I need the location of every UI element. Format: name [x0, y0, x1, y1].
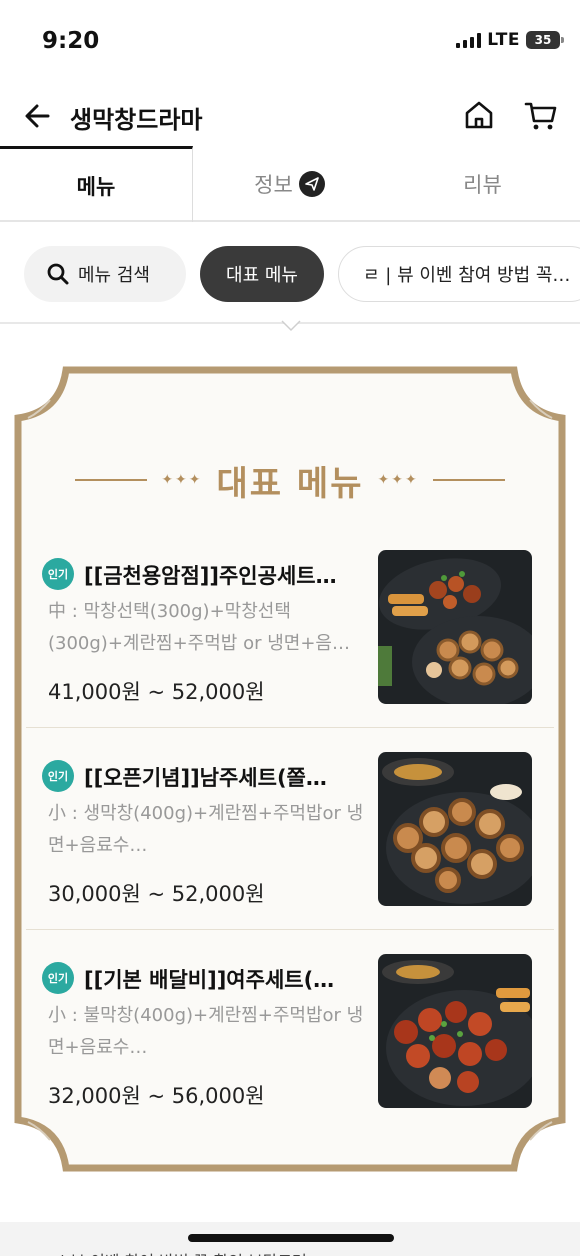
menu-item-name: [[금천용암점]]주인공세트… [84, 564, 337, 588]
bottom-peek-text: ㄹ | 뷰 이벤 참여 방법 꼭 확인 부탁드려 [40, 1248, 307, 1256]
menu-item-description: 小 : 불막창(400g)+계란찜+주먹밥or 냉면+음료수… [48, 1005, 364, 1058]
signal-icon [456, 32, 482, 48]
send-icon [298, 171, 325, 197]
menu-item-name: [[기본 배달비]]여주세트(… [84, 968, 335, 992]
popular-badge: 인기 [42, 760, 74, 792]
back-button[interactable] [20, 98, 56, 134]
menu-item[interactable]: 인기 [[오픈기념]]남주세트(쫄… 小 : 생막창(400g)+계란찜+주먹밥… [26, 752, 554, 930]
menu-item[interactable]: 인기 [[금천용암점]]주인공세트… 中 : 막창선택(300g)+막창선택(3… [26, 550, 554, 728]
title-ornament-icon: ✦✦✦ [377, 472, 419, 488]
representative-menu-chip[interactable]: 대표 메뉴 [200, 246, 324, 302]
home-button[interactable] [460, 96, 498, 134]
network-label: LTE [487, 30, 520, 50]
title-ornament-line [432, 479, 505, 481]
status-time: 9:20 [42, 28, 100, 54]
menu-item-price: 41,000원 ~ 52,000원 [48, 680, 265, 704]
home-icon [465, 101, 493, 129]
menu-item-photo[interactable] [378, 550, 532, 704]
event-chip-label: ㄹ | 뷰 이벤 참여 방법 꼭… [363, 265, 571, 286]
cart-button[interactable] [522, 96, 560, 134]
title-ornament-icon: ✦✦✦ [161, 472, 203, 488]
menu-item-description: 中 : 막창선택(300g)+막창선택(300g)+계란찜+주먹밥 or 냉면+… [48, 601, 350, 654]
status-indicators: LTE 35 [456, 30, 564, 50]
store-title: 생막창드라마 [70, 106, 203, 134]
section-title-row: ✦✦✦ 대표 메뉴 ✦✦✦ [0, 452, 580, 508]
menu-item-description: 小 : 생막창(400g)+계란찜+주먹밥or 냉면+음료수… [48, 803, 364, 856]
menu-item-photo[interactable] [378, 954, 532, 1108]
tab-review-label: 리뷰 [463, 173, 502, 197]
tab-menu-label: 메뉴 [76, 174, 116, 199]
status-bar: 9:20 LTE 35 [0, 0, 580, 86]
section-title: 대표 메뉴 [216, 463, 364, 504]
popular-badge: 인기 [42, 962, 74, 994]
search-icon [47, 263, 69, 285]
tab-info[interactable]: 정보 [193, 146, 386, 222]
cart-icon [524, 102, 557, 130]
menu-item-photo[interactable] [378, 752, 532, 906]
menu-item-price: 30,000원 ~ 52,000원 [48, 882, 265, 906]
tab-menu[interactable]: 메뉴 [0, 146, 193, 222]
title-ornament-line [75, 479, 148, 481]
representative-menu-label: 대표 메뉴 [226, 265, 298, 286]
event-chip[interactable]: ㄹ | 뷰 이벤 참여 방법 꼭… [338, 246, 580, 302]
chevron-down-icon [281, 320, 301, 332]
tab-info-label: 정보 [254, 173, 293, 197]
tab-review[interactable]: 리뷰 [386, 146, 579, 222]
menu-item-name: [[오픈기념]]남주세트(쫄… [84, 766, 327, 790]
app-header: 생막창드라마 [0, 88, 580, 144]
menu-chips: 메뉴 검색 대표 메뉴 ㄹ | 뷰 이벤 참여 방법 꼭… [24, 246, 580, 302]
home-indicator[interactable] [188, 1234, 394, 1242]
battery-icon: 35 [526, 31, 564, 49]
arrow-left-icon [25, 104, 50, 128]
popular-badge: 인기 [42, 558, 74, 590]
menu-item-price: 32,000원 ~ 56,000원 [48, 1084, 265, 1108]
store-tabs: 메뉴 정보 리뷰 [0, 146, 580, 222]
menu-item[interactable]: 인기 [[기본 배달비]]여주세트(… 小 : 불막창(400g)+계란찜+주먹… [26, 954, 554, 1132]
battery-level: 35 [534, 33, 552, 47]
menu-search-chip[interactable]: 메뉴 검색 [24, 246, 186, 302]
menu-search-label: 메뉴 검색 [78, 265, 150, 286]
